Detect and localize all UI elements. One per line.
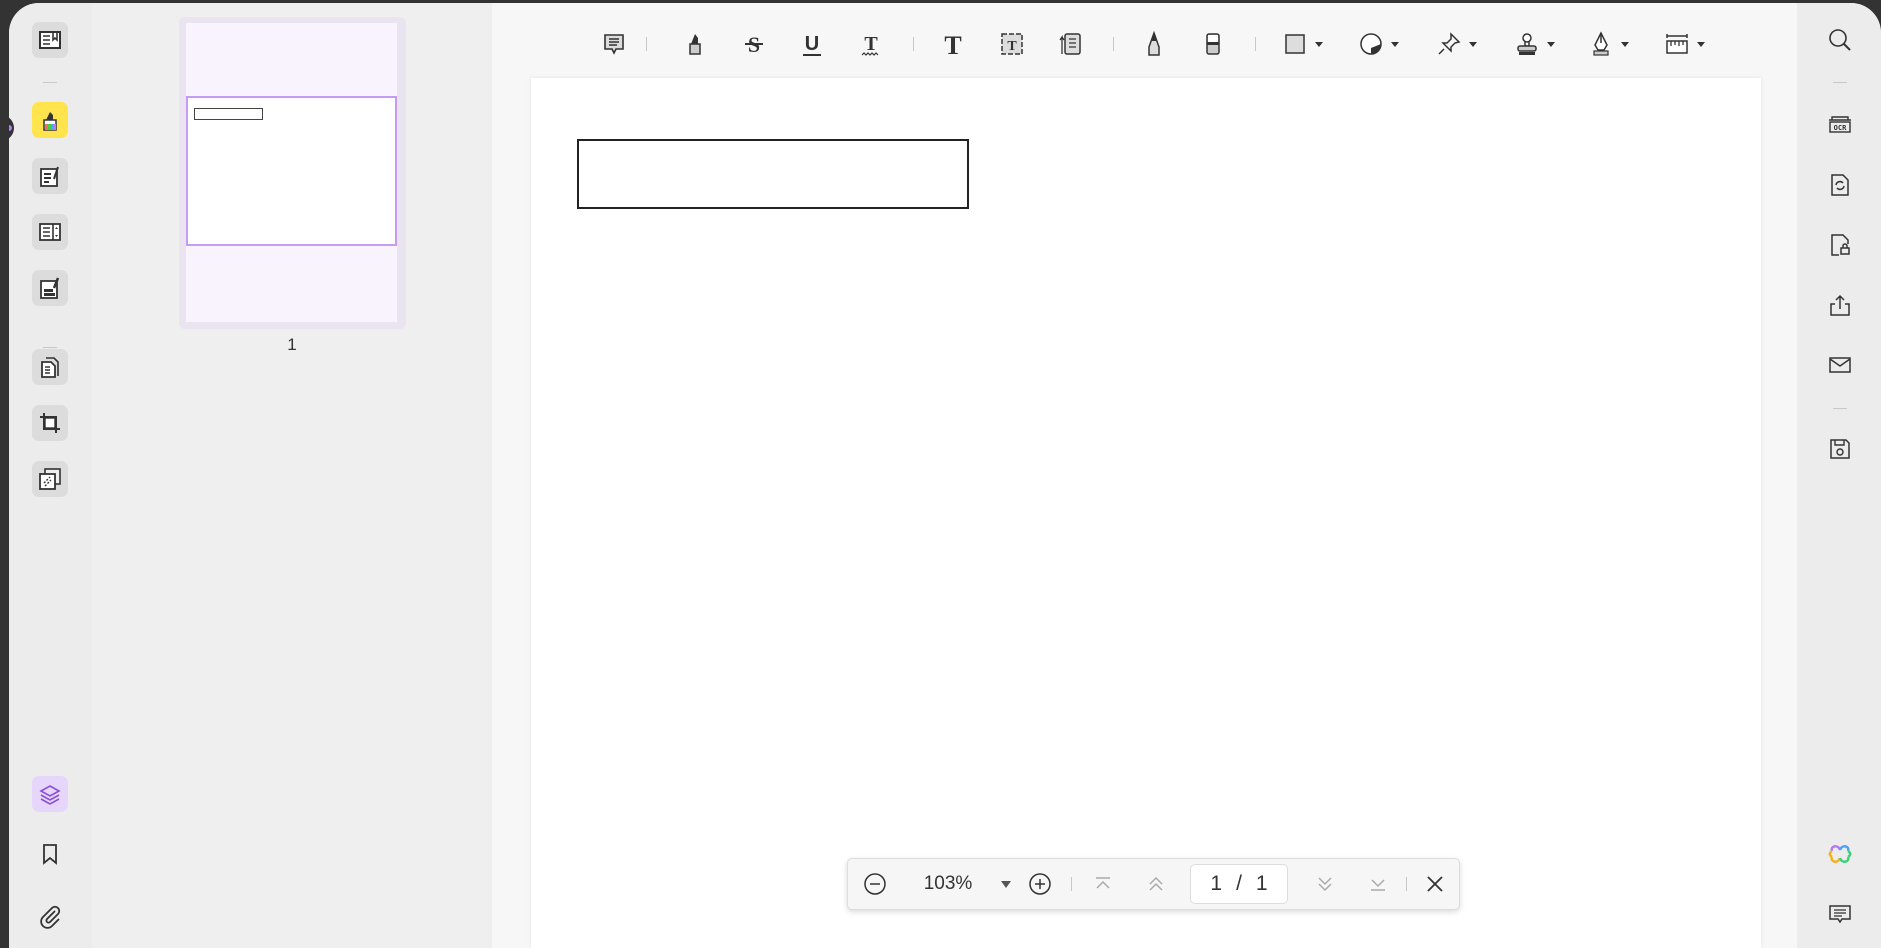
- svg-text:OCR: OCR: [1834, 124, 1847, 132]
- divider: [1833, 82, 1847, 83]
- divider: [1071, 877, 1072, 891]
- close-navbar-button[interactable]: [1420, 869, 1450, 899]
- convert-icon[interactable]: [1822, 167, 1858, 203]
- right-tool-rail: OCR: [1797, 3, 1881, 948]
- last-page-button[interactable]: [1363, 869, 1393, 899]
- text-box-icon[interactable]: T: [998, 26, 1026, 62]
- highlight-icon[interactable]: [681, 26, 709, 62]
- svg-text:T: T: [1007, 39, 1017, 54]
- page-thumbnail-1[interactable]: [179, 17, 406, 329]
- zoom-out-button[interactable]: [860, 869, 890, 899]
- pencil-icon[interactable]: [1140, 26, 1168, 62]
- divider: [43, 347, 57, 348]
- form-icon[interactable]: [32, 214, 68, 250]
- text-callout-icon[interactable]: [1056, 26, 1084, 62]
- read-mode-icon[interactable]: [32, 22, 68, 58]
- ai-assistant-icon[interactable]: [1822, 836, 1858, 872]
- signature-dropdown[interactable]: [1587, 26, 1629, 62]
- page-number-input[interactable]: 1 / 1: [1190, 864, 1288, 904]
- organize-pages-icon[interactable]: [32, 349, 68, 385]
- previous-page-button[interactable]: [1141, 869, 1171, 899]
- batch-process-icon[interactable]: [32, 461, 68, 497]
- bookmark-icon[interactable]: [32, 836, 68, 872]
- divider: [1255, 37, 1256, 51]
- share-icon[interactable]: [1822, 288, 1858, 324]
- thumbnail-panel: 1: [92, 3, 492, 948]
- visible-region: [186, 96, 397, 246]
- zoom-in-button[interactable]: [1025, 869, 1055, 899]
- rectangle-annotation[interactable]: [577, 139, 969, 209]
- app-window: 1 103% 1 / 1 S U T T T OCR: [9, 3, 1881, 948]
- strikethrough-icon[interactable]: S: [740, 26, 768, 62]
- stamp-dropdown[interactable]: [1513, 26, 1555, 62]
- sticky-note-icon[interactable]: [600, 26, 628, 62]
- zoom-level[interactable]: 103%: [908, 869, 988, 899]
- thumbnail-label: 1: [287, 335, 297, 354]
- document-area: 103% 1 / 1: [492, 3, 1806, 948]
- divider: [646, 37, 647, 51]
- squiggly-underline-icon[interactable]: T: [857, 26, 885, 62]
- attachment-icon[interactable]: [32, 898, 68, 934]
- crop-icon[interactable]: [32, 405, 68, 441]
- svg-text:T: T: [864, 33, 878, 55]
- divider: [43, 82, 57, 83]
- eraser-icon[interactable]: [1199, 26, 1227, 62]
- search-icon[interactable]: [1822, 22, 1858, 58]
- ocr-icon[interactable]: OCR: [1822, 107, 1858, 143]
- divider: [1406, 877, 1407, 891]
- page-navigation-bar: 103% 1 / 1: [847, 858, 1460, 910]
- svg-text:T: T: [944, 31, 961, 58]
- underline-icon[interactable]: U: [798, 26, 826, 62]
- divider: [1113, 37, 1114, 51]
- left-tool-rail: [9, 3, 92, 948]
- divider: [913, 37, 914, 51]
- measure-dropdown[interactable]: [1663, 26, 1705, 62]
- redact-icon[interactable]: [32, 270, 68, 306]
- next-page-button[interactable]: [1310, 869, 1340, 899]
- divider: [1833, 408, 1847, 409]
- save-icon[interactable]: [1822, 431, 1858, 467]
- current-page: 1: [1210, 872, 1223, 895]
- email-icon[interactable]: [1822, 347, 1858, 383]
- area-highlight-dropdown[interactable]: [1357, 26, 1399, 62]
- page-separator: /: [1236, 872, 1242, 895]
- layers-icon[interactable]: [32, 776, 68, 812]
- protect-icon[interactable]: [1822, 227, 1858, 263]
- edit-pdf-icon[interactable]: [32, 158, 68, 194]
- first-page-button[interactable]: [1088, 869, 1118, 899]
- pin-dropdown[interactable]: [1435, 26, 1477, 62]
- pdf-page: [531, 78, 1761, 948]
- text-icon[interactable]: T: [939, 26, 967, 62]
- comment-highlighter-icon[interactable]: [32, 102, 68, 138]
- zoom-dropdown-icon[interactable]: [996, 869, 1016, 899]
- active-indicator: [9, 115, 14, 141]
- total-pages: 1: [1255, 872, 1268, 895]
- comments-panel-icon[interactable]: [1822, 896, 1858, 932]
- shape-dropdown[interactable]: [1281, 26, 1323, 62]
- svg-text:U: U: [805, 33, 819, 55]
- annotation-toolbar: S U T T T: [492, 3, 1806, 81]
